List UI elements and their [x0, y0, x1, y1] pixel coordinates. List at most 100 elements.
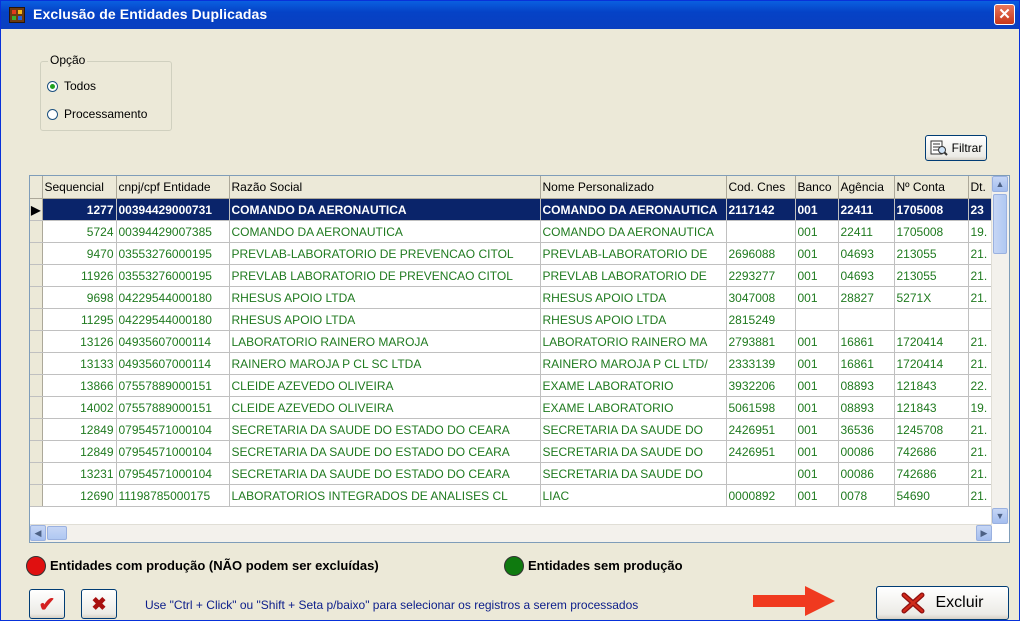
cell-cod-cnes[interactable] [726, 462, 796, 485]
cell-agencia[interactable]: 22411 [838, 220, 895, 243]
cell-nome-personalizado[interactable]: EXAME LABORATORIO [540, 396, 727, 419]
cell-nome-personalizado[interactable]: RHESUS APOIO LTDA [540, 308, 727, 331]
entities-grid[interactable]: Sequencial cnpj/cpf Entidade Razão Socia… [29, 175, 1010, 543]
cell-conta[interactable]: 742686 [894, 462, 969, 485]
cell-conta[interactable]: 1720414 [894, 352, 969, 375]
cell-razao-social[interactable]: PREVLAB LABORATORIO DE PREVENCAO CITOL [229, 264, 541, 287]
cell-razao-social[interactable]: COMANDO DA AERONAUTICA [229, 220, 541, 243]
header-nome-personalizado[interactable]: Nome Personalizado [540, 176, 727, 199]
cell-cnpj[interactable]: 07954571000104 [116, 462, 230, 485]
cell-banco[interactable]: 001 [795, 484, 839, 507]
row-indicator[interactable] [30, 418, 43, 441]
cell-cnpj[interactable]: 04935607000114 [116, 352, 230, 375]
row-indicator[interactable] [30, 374, 43, 397]
row-indicator[interactable] [30, 396, 43, 419]
cell-agencia[interactable]: 36536 [838, 418, 895, 441]
cell-razao-social[interactable]: RAINERO MAROJA P CL SC LTDA [229, 352, 541, 375]
cell-cod-cnes[interactable]: 2815249 [726, 308, 796, 331]
deselect-button[interactable]: ✖ [81, 589, 117, 619]
cell-cnpj[interactable]: 03553276000195 [116, 264, 230, 287]
table-row[interactable]: 12690 11198785000175 LABORATORIOS INTEGRAD… [30, 484, 1004, 507]
header-razao-social[interactable]: Razão Social [229, 176, 541, 199]
cell-cod-cnes[interactable]: 0000892 [726, 484, 796, 507]
cell-cod-cnes[interactable]: 3047008 [726, 286, 796, 309]
row-indicator[interactable]: ▶ [30, 198, 43, 221]
cell-banco[interactable]: 001 [795, 418, 839, 441]
cell-cod-cnes[interactable]: 2793881 [726, 330, 796, 353]
cell-conta[interactable]: 121843 [894, 396, 969, 419]
cell-conta[interactable]: 742686 [894, 440, 969, 463]
cell-cnpj[interactable]: 07557889000151 [116, 396, 230, 419]
cell-cnpj[interactable]: 03553276000195 [116, 242, 230, 265]
title-bar[interactable]: Exclusão de Entidades Duplicadas ✕ [1, 1, 1019, 29]
cell-cod-cnes[interactable] [726, 220, 796, 243]
table-row[interactable]: 9698 04229544000180 RHESUS APOIO LTDA RHESU… [30, 286, 1004, 309]
cell-conta[interactable]: 1720414 [894, 330, 969, 353]
cell-sequencial[interactable]: 11295 [42, 308, 117, 331]
vertical-scroll-thumb[interactable] [993, 194, 1007, 254]
cell-sequencial[interactable]: 13133 [42, 352, 117, 375]
table-row[interactable]: 14002 07557889000151 CLEIDE AZEVEDO OLIVEI… [30, 396, 1004, 419]
cell-cod-cnes[interactable]: 2426951 [726, 440, 796, 463]
cell-nome-personalizado[interactable]: EXAME LABORATORIO [540, 374, 727, 397]
radio-todos-button[interactable] [47, 80, 58, 92]
close-button[interactable]: ✕ [994, 4, 1015, 25]
table-row[interactable]: 13126 04935607000114 LABORATORIO RAINERO M… [30, 330, 1004, 353]
radio-processamento-button[interactable] [47, 108, 58, 120]
table-row[interactable]: 12849 07954571000104 SECRETARIA DA SAUDE D… [30, 418, 1004, 441]
row-indicator[interactable] [30, 220, 43, 243]
horizontal-scrollbar[interactable]: ◀ ▶ [30, 524, 992, 542]
radio-processamento[interactable]: Processamento [47, 107, 147, 121]
scroll-up-button[interactable]: ▲ [992, 176, 1008, 192]
cell-sequencial[interactable]: 12849 [42, 418, 117, 441]
cell-razao-social[interactable]: PREVLAB-LABORATORIO DE PREVENCAO CITOL [229, 242, 541, 265]
cell-sequencial[interactable]: 13126 [42, 330, 117, 353]
horizontal-scroll-thumb[interactable] [47, 526, 67, 540]
row-indicator[interactable] [30, 330, 43, 353]
table-row[interactable]: 9470 03553276000195 PREVLAB-LABORATORIO DE… [30, 242, 1004, 265]
cell-conta[interactable] [894, 308, 969, 331]
cell-cnpj[interactable]: 07954571000104 [116, 418, 230, 441]
cell-banco[interactable]: 001 [795, 264, 839, 287]
cell-razao-social[interactable]: RHESUS APOIO LTDA [229, 286, 541, 309]
row-indicator[interactable] [30, 352, 43, 375]
cell-banco[interactable]: 001 [795, 396, 839, 419]
cell-sequencial[interactable]: 14002 [42, 396, 117, 419]
header-banco[interactable]: Banco [795, 176, 839, 199]
table-row[interactable]: 11926 03553276000195 PREVLAB LABORATORIO D… [30, 264, 1004, 287]
table-row[interactable]: 13231 07954571000104 SECRETARIA DA SAUDE D… [30, 462, 1004, 485]
cell-nome-personalizado[interactable]: SECRETARIA DA SAUDE DO [540, 418, 727, 441]
cell-razao-social[interactable]: LABORATORIOS INTEGRADOS DE ANALISES CL [229, 484, 541, 507]
cell-banco[interactable] [795, 308, 839, 331]
cell-banco[interactable]: 001 [795, 440, 839, 463]
table-row[interactable]: 13133 04935607000114 RAINERO MAROJA P CL S… [30, 352, 1004, 375]
row-indicator[interactable] [30, 308, 43, 331]
cell-agencia[interactable]: 08893 [838, 396, 895, 419]
select-all-button[interactable]: ✔ [29, 589, 65, 619]
cell-agencia[interactable]: 0078 [838, 484, 895, 507]
cell-sequencial[interactable]: 13231 [42, 462, 117, 485]
cell-cnpj[interactable]: 04229544000180 [116, 286, 230, 309]
radio-todos[interactable]: Todos [47, 79, 96, 93]
row-indicator[interactable] [30, 286, 43, 309]
cell-banco[interactable]: 001 [795, 330, 839, 353]
cell-nome-personalizado[interactable]: LIAC [540, 484, 727, 507]
row-indicator[interactable] [30, 484, 43, 507]
vertical-scrollbar[interactable]: ▲ ▼ [991, 176, 1009, 524]
cell-razao-social[interactable]: CLEIDE AZEVEDO OLIVEIRA [229, 374, 541, 397]
row-indicator[interactable] [30, 462, 43, 485]
cell-cnpj[interactable]: 04935607000114 [116, 330, 230, 353]
table-row[interactable]: 12849 07954571000104 SECRETARIA DA SAUDE D… [30, 440, 1004, 463]
cell-conta[interactable]: 213055 [894, 242, 969, 265]
cell-sequencial[interactable]: 13866 [42, 374, 117, 397]
cell-sequencial[interactable]: 12849 [42, 440, 117, 463]
cell-cnpj[interactable]: 00394429000731 [116, 198, 230, 221]
cell-agencia[interactable]: 08893 [838, 374, 895, 397]
cell-cnpj[interactable]: 00394429007385 [116, 220, 230, 243]
cell-agencia[interactable]: 04693 [838, 242, 895, 265]
cell-banco[interactable]: 001 [795, 462, 839, 485]
cell-nome-personalizado[interactable]: SECRETARIA DA SAUDE DO [540, 462, 727, 485]
table-row[interactable]: 11295 04229544000180 RHESUS APOIO LTDA RHES… [30, 308, 1004, 331]
scroll-down-button[interactable]: ▼ [992, 508, 1008, 524]
table-row[interactable]: ▶ 1277 00394429000731 COMANDO DA AERONAUTIC… [30, 198, 1004, 221]
